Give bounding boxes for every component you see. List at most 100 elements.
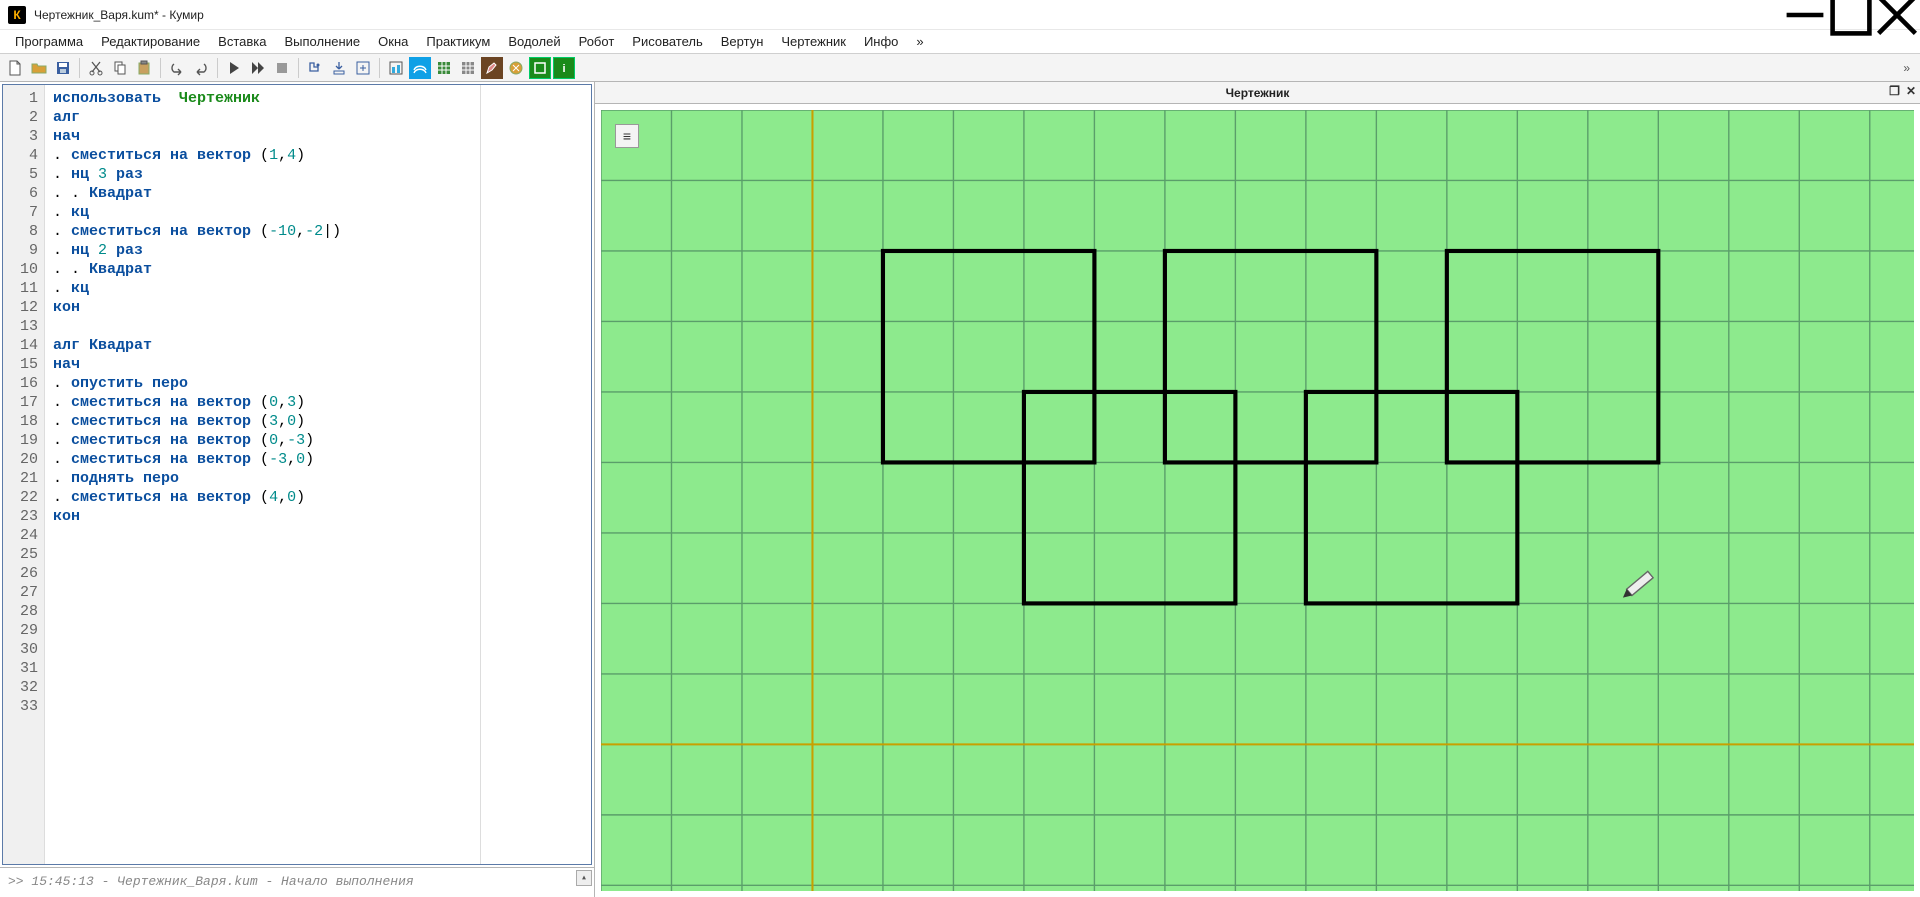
panel-maximize-icon[interactable]: ❐ [1889, 84, 1900, 98]
code-line[interactable] [53, 697, 472, 716]
code-line[interactable]: алг [53, 108, 472, 127]
actor-grid-button[interactable] [433, 57, 455, 79]
code-line[interactable] [53, 564, 472, 583]
actor-info-button[interactable]: i [553, 57, 575, 79]
save-file-button[interactable] [52, 57, 74, 79]
menu-item[interactable]: Рисователь [623, 32, 711, 51]
code-line[interactable]: алг Квадрат [53, 336, 472, 355]
menu-item[interactable]: » [907, 32, 932, 51]
app-icon: К [8, 6, 26, 24]
stop-button[interactable] [271, 57, 293, 79]
actor-vodoley-button[interactable] [385, 57, 407, 79]
actor-drawer-button[interactable] [529, 57, 551, 79]
right-pane: Чертежник ❐ ✕ ≡ [595, 82, 1920, 897]
code-line[interactable] [53, 583, 472, 602]
console[interactable]: >> 15:45:13 - Чертежник_Варя.kum - Начал… [0, 867, 594, 897]
panel-close-icon[interactable]: ✕ [1906, 84, 1916, 98]
code-line[interactable] [53, 659, 472, 678]
code-line[interactable] [53, 640, 472, 659]
code-line[interactable]: . сместиться на вектор (-3,0) [53, 450, 472, 469]
code-line[interactable]: . кц [53, 203, 472, 222]
line-number: 26 [3, 564, 44, 583]
code-line[interactable]: . нц 3 раз [53, 165, 472, 184]
cut-button[interactable] [85, 57, 107, 79]
code-line[interactable]: нач [53, 127, 472, 146]
code-line[interactable]: кон [53, 298, 472, 317]
code-line[interactable] [53, 621, 472, 640]
actor-painter-button[interactable] [481, 57, 503, 79]
menu-item[interactable]: Чертежник [772, 32, 855, 51]
code-line[interactable]: кон [53, 507, 472, 526]
step-button[interactable] [304, 57, 326, 79]
code-line[interactable]: . сместиться на вектор (1,4) [53, 146, 472, 165]
menu-item[interactable]: Инфо [855, 32, 907, 51]
menu-item[interactable]: Программа [6, 32, 92, 51]
code-line[interactable]: . поднять перо [53, 469, 472, 488]
code-line[interactable]: использовать Чертежник [53, 89, 472, 108]
actor-turtle-button[interactable] [505, 57, 527, 79]
code-line[interactable]: . сместиться на вектор (0,-3) [53, 431, 472, 450]
open-file-button[interactable] [28, 57, 50, 79]
step-into-button[interactable] [328, 57, 350, 79]
menubar: ПрограммаРедактированиеВставкаВыполнение… [0, 30, 1920, 54]
line-number: 20 [3, 450, 44, 469]
minimize-button[interactable] [1782, 0, 1828, 30]
step-out-button[interactable] [352, 57, 374, 79]
line-number: 19 [3, 431, 44, 450]
paste-button[interactable] [133, 57, 155, 79]
menu-item[interactable]: Робот [570, 32, 624, 51]
toolbar-separator [298, 58, 299, 78]
code-line[interactable] [53, 526, 472, 545]
canvas-menu-icon[interactable]: ≡ [615, 124, 639, 148]
code-line[interactable] [53, 317, 472, 336]
code-line[interactable]: . сместиться на вектор (4,0) [53, 488, 472, 507]
actor-grid2-button[interactable] [457, 57, 479, 79]
run-button[interactable] [223, 57, 245, 79]
close-button[interactable] [1874, 0, 1920, 30]
copy-button[interactable] [109, 57, 131, 79]
code-line[interactable]: . нц 2 раз [53, 241, 472, 260]
window-title: Чертежник_Варя.kum* - Кумир [34, 8, 1782, 22]
line-number: 22 [3, 488, 44, 507]
maximize-button[interactable] [1828, 0, 1874, 30]
line-number: 33 [3, 697, 44, 716]
menu-item[interactable]: Водолей [499, 32, 569, 51]
code-line[interactable] [53, 602, 472, 621]
menu-item[interactable]: Вставка [209, 32, 275, 51]
line-number: 1 [3, 89, 44, 108]
line-number: 32 [3, 678, 44, 697]
line-number: 14 [3, 336, 44, 355]
code-line[interactable] [53, 678, 472, 697]
console-scroll-up-icon[interactable]: ▴ [576, 870, 592, 886]
undo-button[interactable] [166, 57, 188, 79]
code-line[interactable]: . . Квадрат [53, 260, 472, 279]
code-line[interactable] [53, 545, 472, 564]
line-number: 9 [3, 241, 44, 260]
toolbar-separator [160, 58, 161, 78]
code-line[interactable]: нач [53, 355, 472, 374]
code-line[interactable]: . . Квадрат [53, 184, 472, 203]
line-number: 4 [3, 146, 44, 165]
svg-text:i: i [562, 63, 565, 75]
code-line[interactable]: . опустить перо [53, 374, 472, 393]
code-line[interactable]: . сместиться на вектор (-10,-2|) [53, 222, 472, 241]
toolbar-overflow-icon[interactable]: » [1897, 61, 1916, 75]
code-line[interactable]: . кц [53, 279, 472, 298]
menu-item[interactable]: Окна [369, 32, 417, 51]
line-number: 12 [3, 298, 44, 317]
menu-item[interactable]: Выполнение [275, 32, 369, 51]
line-number: 25 [3, 545, 44, 564]
run-fast-button[interactable] [247, 57, 269, 79]
new-file-button[interactable] [4, 57, 26, 79]
menu-item[interactable]: Вертун [712, 32, 773, 51]
code-editor[interactable]: 1234567891011121314151617181920212223242… [2, 84, 592, 865]
drawer-canvas[interactable]: ≡ [601, 110, 1914, 891]
actor-robot-button[interactable] [409, 57, 431, 79]
console-line: >> 15:45:13 - Чертежник_Варя.kum - Начал… [8, 874, 414, 889]
menu-item[interactable]: Редактирование [92, 32, 209, 51]
code-line[interactable]: . сместиться на вектор (3,0) [53, 412, 472, 431]
code-line[interactable]: . сместиться на вектор (0,3) [53, 393, 472, 412]
redo-button[interactable] [190, 57, 212, 79]
menu-item[interactable]: Практикум [417, 32, 499, 51]
code-area[interactable]: использовать Чертежникалгнач. сместиться… [45, 85, 481, 864]
